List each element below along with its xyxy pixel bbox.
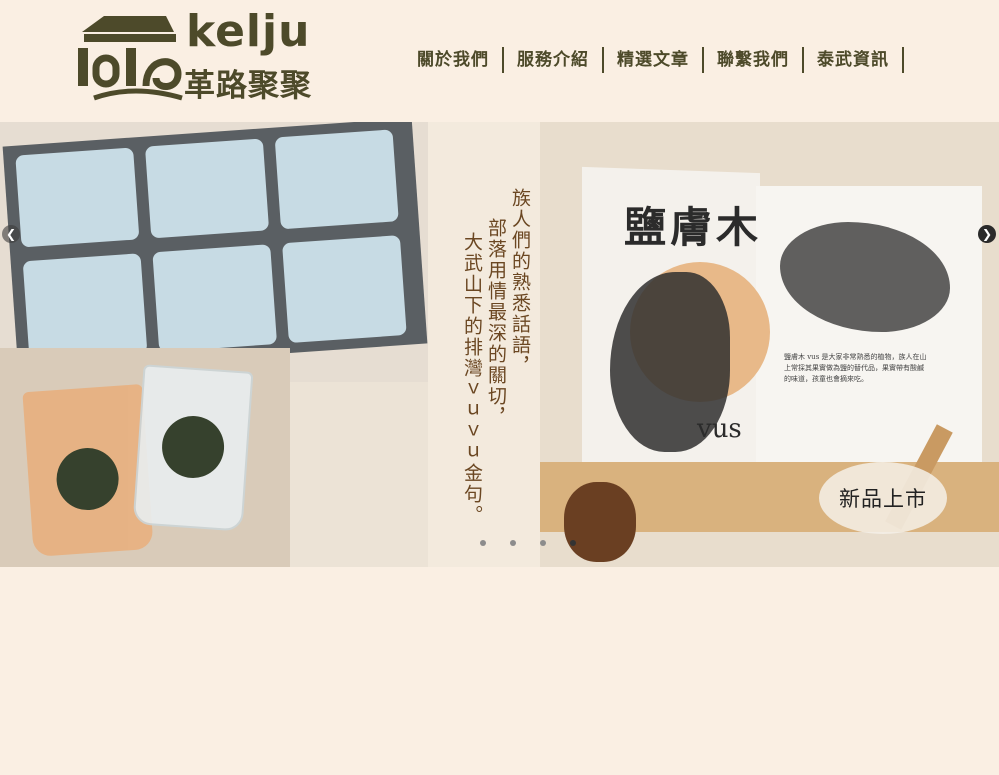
comic-cell: [15, 147, 140, 248]
brand-name-en: kelju: [186, 6, 311, 57]
slogan-line: 大武山下的排灣ｖｕｖｕ金句。: [461, 232, 483, 526]
cup-logo-icon: [159, 413, 227, 481]
brand-logo[interactable]: kelju 革路聚聚: [74, 6, 334, 104]
nav-item-services[interactable]: 服務介紹: [504, 47, 604, 73]
slider-dots: [480, 540, 576, 546]
badge-label: 新品上市: [839, 487, 927, 511]
comic-cell: [274, 129, 399, 230]
book-paragraph: 鹽膚木 vus 是大家非常熟悉的植物，族人在山上常採其果實做為鹽的替代品，果實帶…: [784, 353, 927, 383]
cup-logo-icon: [54, 445, 121, 513]
slider-dot[interactable]: [480, 540, 486, 546]
book-subtitle: vus: [697, 414, 742, 444]
nav-item-contact[interactable]: 聯繫我們: [704, 47, 804, 73]
new-product-badge: 新品上市: [819, 462, 947, 534]
nav-item-about[interactable]: 關於我們: [404, 47, 504, 73]
house-logo-icon: [78, 16, 183, 101]
chevron-right-icon[interactable]: ❯: [978, 225, 996, 243]
site-header: kelju 革路聚聚 關於我們 服務介紹 精選文章 聯繫我們 泰武資訊: [0, 0, 999, 122]
glass-cup: [22, 384, 154, 557]
comic-cell: [282, 235, 407, 344]
chevron-left-icon[interactable]: ❮: [2, 225, 20, 243]
slogan-line: 部落用情最深的關切，: [485, 218, 507, 428]
glass-cup: [132, 364, 254, 532]
slogan-line: 族人們的熟悉話語，: [509, 188, 531, 377]
slider-dot-active[interactable]: [570, 540, 576, 546]
nav-item-taiwu-info[interactable]: 泰武資訊: [804, 47, 904, 73]
nav-item-articles[interactable]: 精選文章: [604, 47, 704, 73]
hero-slider[interactable]: 族人們的熟悉話語， 部落用情最深的關切， 大武山下的排灣ｖｕｖｕ金句。 鹽膚木 …: [0, 122, 999, 567]
comic-cell: [152, 244, 278, 353]
main-nav: 關於我們 服務介紹 精選文章 聯繫我們 泰武資訊: [404, 47, 904, 73]
comic-sheet-image: [0, 122, 430, 382]
slider-dot[interactable]: [540, 540, 546, 546]
pinecone-decoration: [564, 482, 636, 562]
brand-name-zh: 革路聚聚: [184, 68, 312, 104]
slider-dot[interactable]: [510, 540, 516, 546]
comic-sheet: [2, 122, 428, 373]
book-title: 鹽膚木: [624, 203, 763, 252]
glass-cups-image: [0, 348, 290, 567]
comic-cell: [144, 138, 270, 239]
comic-cell: [22, 253, 148, 362]
